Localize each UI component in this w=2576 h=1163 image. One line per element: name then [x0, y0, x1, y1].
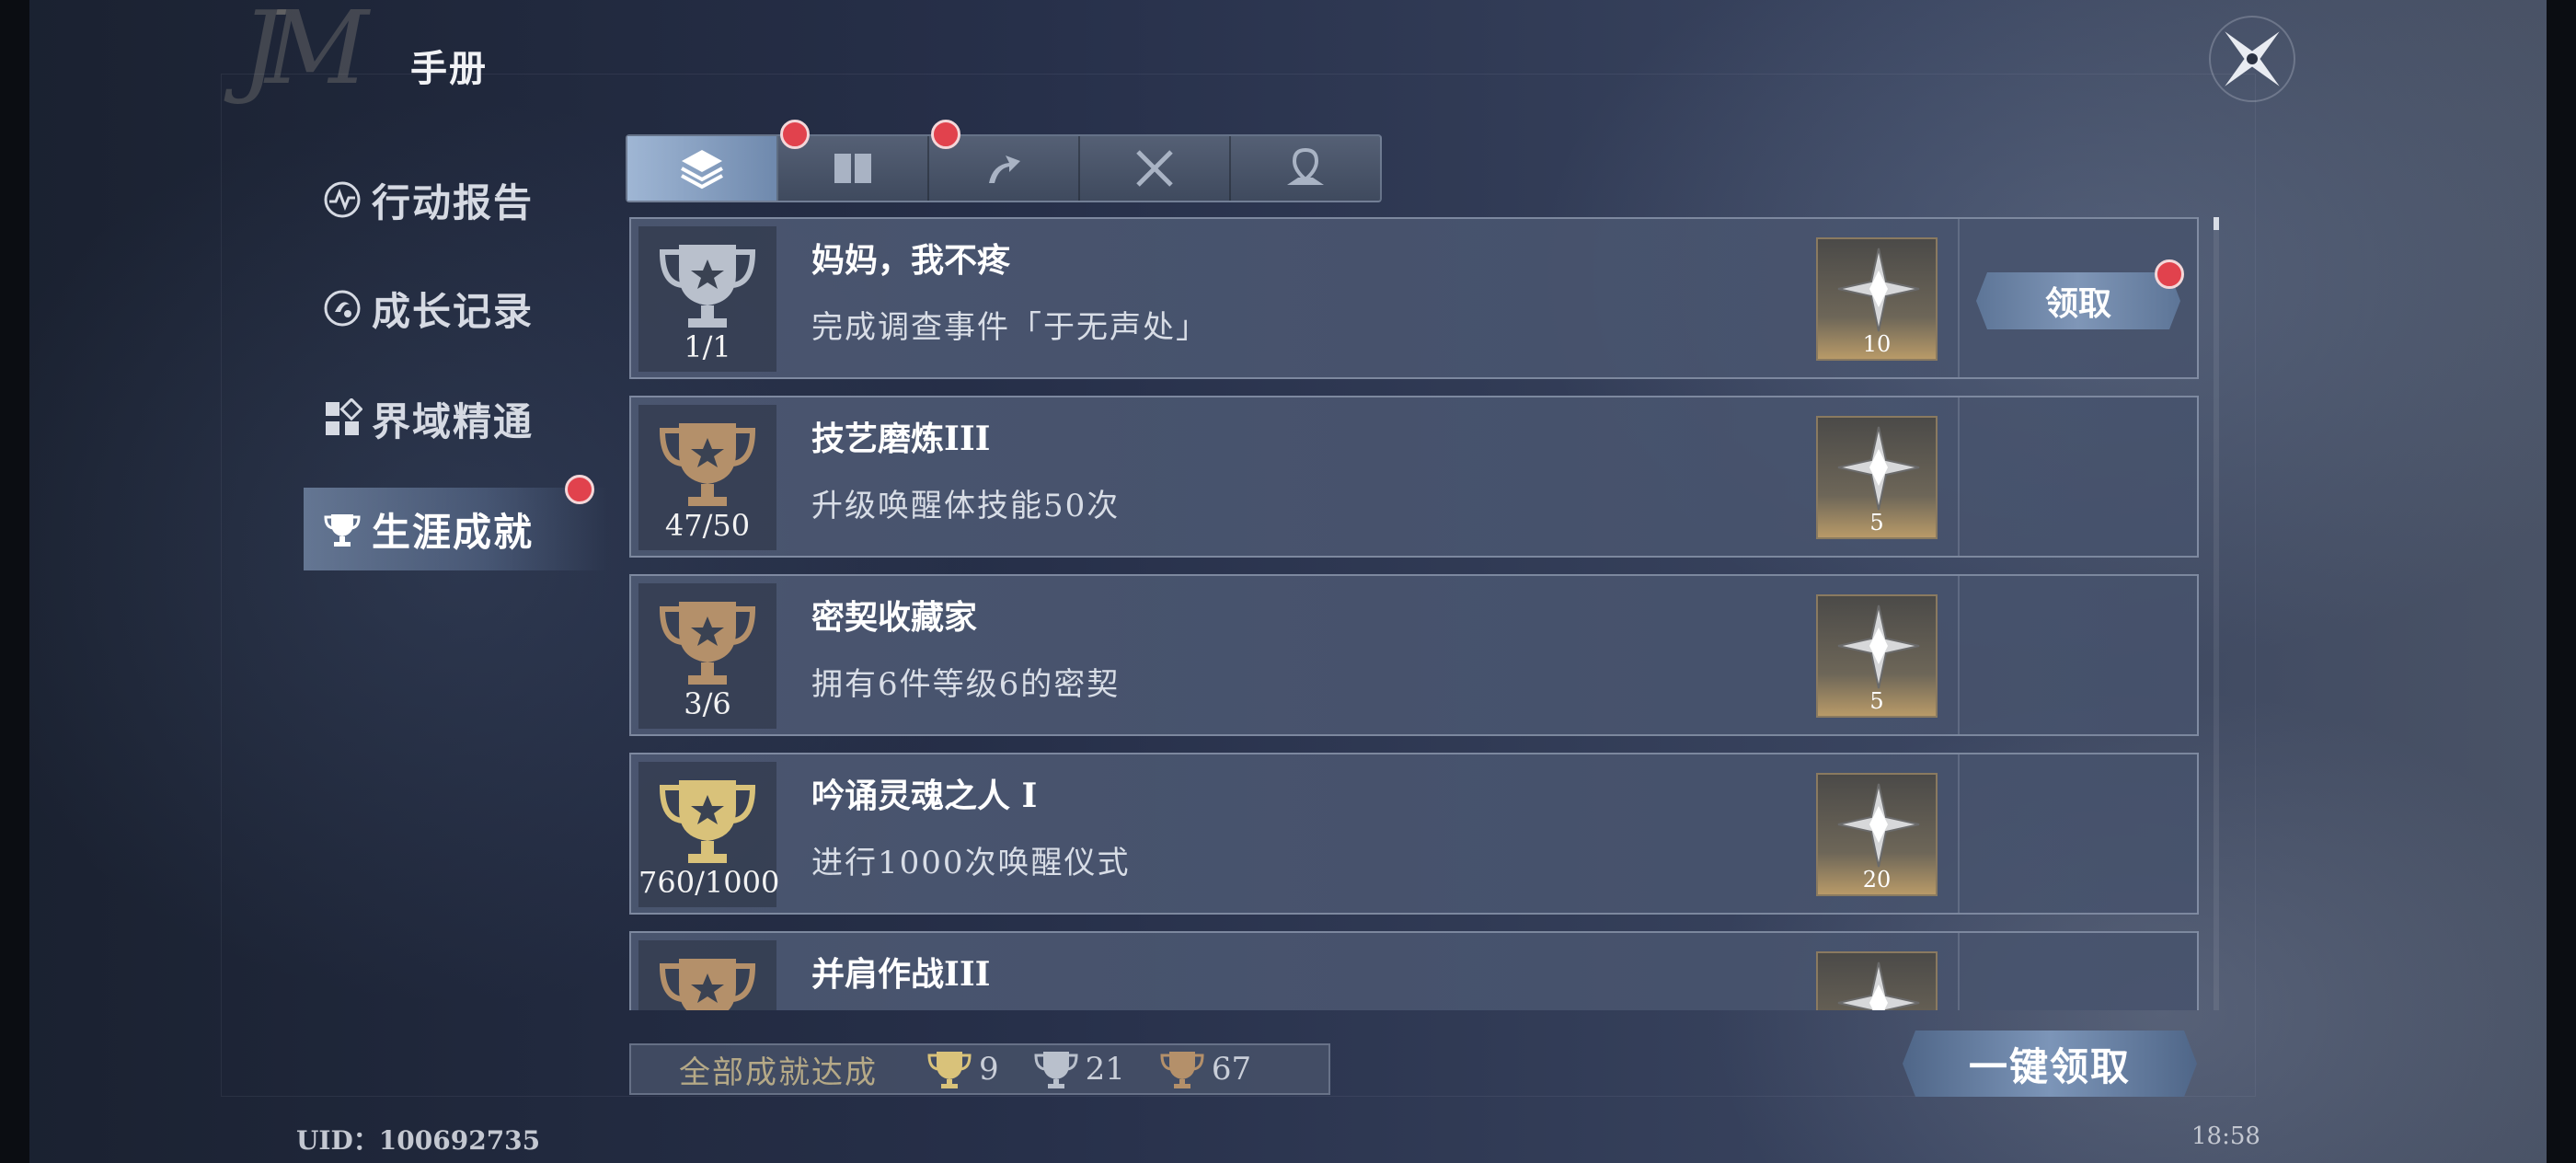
- claim-all-button[interactable]: 一键领取: [1903, 1031, 2197, 1097]
- page-title: 手册: [410, 47, 488, 90]
- achievement-desc: 升级唤醒体技能50次: [811, 488, 1121, 524]
- sidebar-item-action-report[interactable]: 行动报告: [304, 158, 607, 241]
- achievement-title: 妈妈，我不疼: [811, 241, 1011, 280]
- sidebar-item-growth-record[interactable]: 成长记录: [304, 267, 607, 350]
- silver-trophy-icon: [659, 245, 756, 328]
- reward-item[interactable]: 5: [1816, 416, 1938, 539]
- progress-text: 47/50: [664, 508, 751, 543]
- tab-all[interactable]: [627, 136, 778, 201]
- progress-text: 1/1: [684, 329, 731, 364]
- progress-text: 3/6: [684, 686, 731, 721]
- crystal-emblem-icon: [1837, 783, 1920, 868]
- user-id: UID：100692735: [296, 1125, 541, 1156]
- progress-text: 760/1000: [638, 865, 780, 900]
- silver-trophy-icon: [1034, 1052, 1078, 1088]
- screen-edge-left: [0, 0, 29, 1163]
- reward-count: 5: [1869, 688, 1884, 714]
- notification-badge: [931, 120, 960, 149]
- achievement-list[interactable]: 1/1 妈妈，我不疼 完成调查事件「于无声处」 10 领取 47/50 技艺磨炼…: [629, 217, 2201, 1010]
- gold-count: 9: [979, 1051, 999, 1088]
- compass-close-icon[interactable]: [2201, 7, 2304, 110]
- gold-count-group: 9: [924, 1048, 999, 1090]
- achievement-title: 吟诵灵魂之人 I: [811, 777, 1038, 815]
- achievement-title: 密契收藏家: [811, 598, 978, 637]
- notification-badge: [780, 120, 810, 149]
- achievement-card: 1/1 妈妈，我不疼 完成调查事件「于无声处」 10 领取: [629, 217, 2199, 379]
- bronze-count: 67: [1211, 1051, 1252, 1088]
- list-scrollbar[interactable]: [2214, 217, 2219, 1010]
- reward-item[interactable]: 20: [1816, 773, 1938, 896]
- bronze-trophy-icon: [1160, 1052, 1204, 1088]
- gold-trophy-icon: [659, 780, 756, 863]
- card-divider: [1958, 933, 1960, 1010]
- card-divider: [1958, 754, 1960, 913]
- crystal-emblem-icon: [1837, 426, 1920, 511]
- growth-icon: [324, 290, 361, 327]
- crystal-emblem-icon: [1837, 961, 1920, 1010]
- achievement-card: 并肩作战III: [629, 931, 2199, 1010]
- trophy-bronze: 3/6: [638, 583, 776, 729]
- bronze-count-group: 67: [1156, 1048, 1251, 1090]
- reward-count: 10: [1862, 331, 1892, 357]
- silver-count-group: 21: [1030, 1048, 1125, 1090]
- claim-button[interactable]: 领取: [1976, 272, 2180, 329]
- silver-count: 21: [1085, 1051, 1125, 1088]
- book-icon: [834, 154, 871, 183]
- tab-combat[interactable]: [1080, 136, 1231, 201]
- reward-count: 5: [1869, 510, 1884, 535]
- map-pin-icon: [1287, 147, 1324, 185]
- trophy-icon: [324, 514, 361, 547]
- bronze-trophy-icon: [659, 423, 756, 506]
- achievement-summary: 全部成就达成 9 21 67: [629, 1043, 1330, 1095]
- clock: 18:58: [2191, 1123, 2260, 1150]
- reward-count: 20: [1862, 867, 1892, 892]
- trophy-silver: 1/1: [638, 226, 776, 372]
- tab-explore[interactable]: [1231, 136, 1380, 201]
- grid-icon: [326, 398, 362, 435]
- trophy-bronze: 47/50: [638, 405, 776, 550]
- achievement-desc: 进行1000次唤醒仪式: [811, 845, 1131, 881]
- bronze-trophy-icon: [659, 959, 756, 1010]
- gold-trophy-icon: [927, 1052, 972, 1088]
- summary-label: 全部成就达成: [679, 1054, 878, 1091]
- sidebar-item-realm-mastery[interactable]: 界域精通: [304, 377, 607, 460]
- notification-badge: [2155, 259, 2184, 289]
- achievement-title: 技艺磨炼III: [811, 420, 991, 458]
- crossed-swords-icon: [1136, 150, 1173, 187]
- reward-item[interactable]: [1816, 951, 1938, 1010]
- sidebar-item-label: 行动报告: [372, 179, 535, 225]
- sidebar-item-label: 成长记录: [372, 288, 535, 334]
- game-logo: JM: [241, 0, 369, 107]
- card-divider: [1958, 219, 1960, 377]
- reward-item[interactable]: 10: [1816, 237, 1938, 361]
- scrollbar-thumb[interactable]: [2214, 217, 2219, 230]
- screen-edge-right: [2547, 0, 2576, 1163]
- sidebar-item-career-achievements[interactable]: 生涯成就: [304, 488, 607, 570]
- pulse-icon: [324, 181, 361, 218]
- achievement-card: 3/6 密契收藏家 拥有6件等级6的密契 5: [629, 574, 2199, 736]
- achievement-card: 47/50 技艺磨炼III 升级唤醒体技能50次 5: [629, 396, 2199, 558]
- achievement-title: 并肩作战III: [811, 955, 991, 994]
- sidebar-item-label: 界域精通: [372, 398, 535, 444]
- card-divider: [1958, 397, 1960, 556]
- sidebar-item-label: 生涯成就: [372, 509, 535, 555]
- bronze-trophy-icon: [659, 602, 756, 685]
- card-divider: [1958, 576, 1960, 734]
- arrow-up-icon: [989, 155, 1020, 183]
- achievement-card: 760/1000 吟诵灵魂之人 I 进行1000次唤醒仪式 20: [629, 753, 2199, 915]
- notification-badge: [565, 475, 594, 504]
- crystal-emblem-icon: [1837, 248, 1920, 332]
- category-tabs: [626, 134, 1382, 202]
- crystal-emblem-icon: [1837, 605, 1920, 689]
- achievement-desc: 完成调查事件「于无声处」: [811, 309, 1209, 346]
- trophy-bronze: [638, 940, 776, 1010]
- achievement-desc: 拥有6件等级6的密契: [811, 666, 1121, 703]
- reward-item[interactable]: 5: [1816, 594, 1938, 718]
- layers-icon: [681, 150, 723, 190]
- trophy-gold: 760/1000: [638, 762, 780, 907]
